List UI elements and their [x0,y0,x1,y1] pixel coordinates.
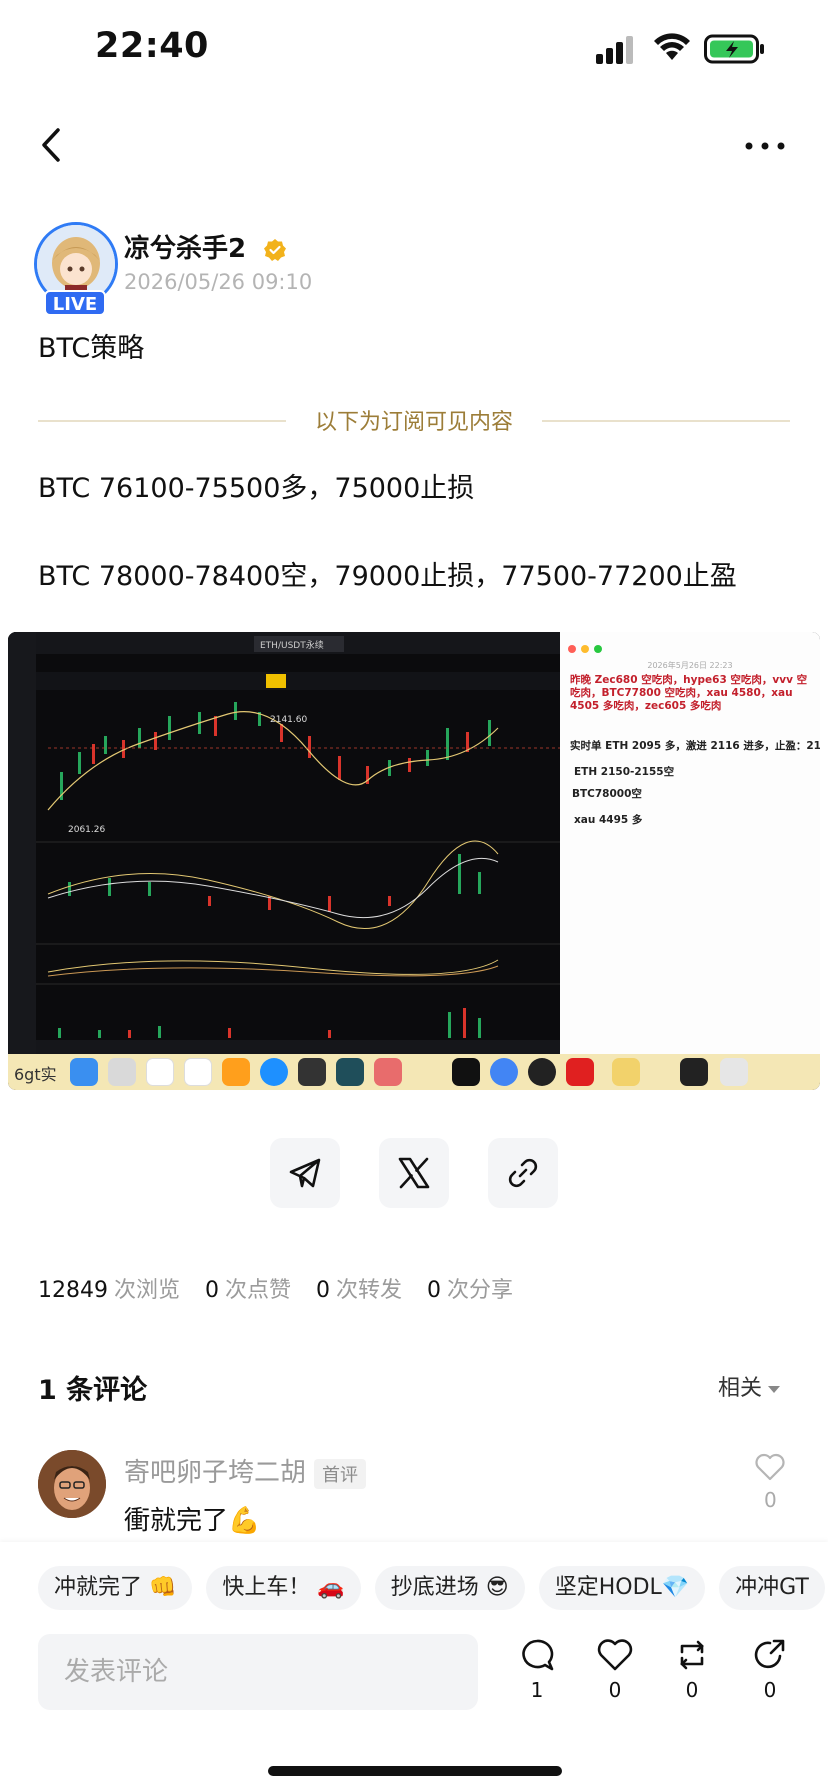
dock-label: 6gt实 [14,1065,57,1084]
x-icon [398,1157,430,1189]
post-stats: 12849 次浏览 0 次点赞 0 次转发 0 次分享 [38,1272,531,1304]
note-line: 实时单 ETH 2095 多，激进 2116 进多，止盈：213 [570,740,820,752]
comment-text: 衝就完了💪 [124,1506,261,1536]
note-line: BTC78000空 [572,788,642,800]
post-image[interactable]: 2141.60 2061.26 ETH/USDT永续 2026年5月26日 22… [8,632,820,1090]
strategy-line: BTC 78000-78400空，79000止损，77500-77200止盈 [38,561,737,592]
author-name[interactable]: 凉兮杀手2 [124,234,246,264]
window-controls [568,638,603,657]
battery-charging-icon [704,34,764,64]
chart-low-label: 2061.26 [68,825,105,835]
author-name-row: 凉兮杀手2 [124,228,287,265]
comment-bubble-icon [522,1639,554,1671]
commenter-name[interactable]: 寄吧卵子垮二胡 [124,1458,306,1488]
commenter-name-row: 寄吧卵子垮二胡 首评 [124,1452,367,1489]
status-time: 22:40 [95,26,209,66]
first-comment-tag: 首评 [314,1458,367,1489]
more-dots-icon [745,142,785,150]
repost-button[interactable]: 0 [667,1638,717,1718]
app-tree-icon [336,1058,364,1086]
chrome-icon [490,1058,518,1086]
finder-icon [70,1058,98,1086]
mac-dock: 6gt实 [8,1054,820,1090]
commenter-avatar[interactable] [38,1450,106,1518]
note-red-text: 昨晚 Zec680 空吃肉，hype63 空吃肉，vvv 空吃肉，BTC7780… [570,674,808,712]
comment-like-button[interactable] [754,1452,786,1482]
shares-label: 次分享 [447,1278,514,1303]
pages-icon [222,1058,250,1086]
comments-heading: 1 条评论 [38,1375,148,1406]
link-icon [508,1158,538,1188]
sort-label: 相关 [718,1376,763,1401]
like-button[interactable]: 0 [590,1638,640,1718]
likes-count: 0 [205,1278,220,1303]
calculator-icon [298,1058,326,1086]
chart-high-label: 2141.60 [270,715,307,725]
reposts-label: 次转发 [336,1278,403,1303]
share-icon [754,1639,785,1669]
chart-pair-label: ETH/USDT永续 [260,639,324,651]
comment-item: 寄吧卵子垮二胡 首评 衝就完了💪 0 [38,1448,790,1538]
comment-button[interactable]: 1 [512,1638,562,1718]
display-icon [680,1058,708,1086]
repost-count: 0 [685,1678,699,1702]
share-x-button[interactable] [379,1138,449,1208]
views-count: 12849 [38,1278,108,1303]
netease-music-icon [566,1058,594,1086]
back-button[interactable] [34,124,68,166]
shares-count: 0 [427,1278,442,1303]
note-date: 2026年5月26日 22:23 [647,661,733,670]
notes-panel: 2026年5月26日 22:23 昨晚 Zec680 空吃肉，hype63 空吃… [560,632,820,1056]
status-bar: 22:40 [0,0,828,100]
note-line: ETH 2150-2155空 [574,766,675,778]
notes-app-icon [146,1058,174,1086]
heart-icon [597,1639,633,1671]
launchpad-icon [108,1058,136,1086]
note-line: xau 4495 多 [574,814,643,826]
reposts-count: 0 [316,1278,331,1303]
app-icon [374,1058,402,1086]
obs-icon [528,1058,556,1086]
comment-composer-panel: 冲就完了 👊 快上车！ 🚗 抄底进场 😎 坚定HODL💎 冲冲GT 发表评论 1 0 0… [0,1542,828,1792]
quick-reply-chip[interactable]: 坚定HODL💎 [538,1566,706,1610]
trash-icon [720,1058,748,1086]
stickies-icon [612,1058,640,1086]
app-qc-icon [452,1058,480,1086]
sort-dropdown[interactable]: 相关 [718,1370,781,1402]
quick-reply-chip[interactable]: 快上车！ 🚗 [206,1566,361,1610]
subscriber-divider: 以下为订阅可见内容 [38,404,790,438]
chevron-down-icon [768,1385,781,1393]
safari-icon [260,1058,288,1086]
divider-text: 以下为订阅可见内容 [314,410,513,435]
quick-reply-chip[interactable]: 冲就完了 👊 [38,1566,193,1610]
views-label: 次浏览 [114,1278,181,1303]
comment-input[interactable]: 发表评论 [38,1634,478,1710]
post-time: 2026/05/26 09:10 [124,270,313,294]
likes-label: 次点赞 [225,1278,292,1303]
freeform-icon [184,1058,212,1086]
quick-reply-chips: 冲就完了 👊 快上车！ 🚗 抄底进场 😎 坚定HODL💎 冲冲GT [38,1566,828,1612]
telegram-icon [289,1158,321,1188]
avatar-photo [38,1450,106,1518]
post-title: BTC策略 [38,333,145,364]
live-badge: LIVE [44,290,106,316]
share-telegram-button[interactable] [270,1138,340,1208]
verified-badge-icon [264,238,287,261]
share-button[interactable]: 0 [745,1638,795,1718]
trading-chart-image: 2141.60 2061.26 ETH/USDT永续 [8,632,560,1056]
like-count: 0 [608,1678,622,1702]
copy-link-button[interactable] [488,1138,558,1208]
strategy-line: BTC 76100-75500多，75000止损 [38,473,475,504]
comment-count: 1 [530,1678,544,1702]
cellular-signal-icon [596,36,633,64]
quick-reply-chip[interactable]: 抄底进场 😎 [374,1566,525,1610]
comment-like-count: 0 [764,1488,777,1512]
more-options-button[interactable] [740,124,790,166]
wifi-icon [654,33,690,60]
quick-reply-chip[interactable]: 冲冲GT [719,1566,825,1610]
home-indicator [268,1766,562,1776]
share-count: 0 [763,1678,777,1702]
repost-icon [680,1640,704,1670]
author-header: LIVE 凉兮杀手2 2026/05/26 09:10 [34,222,794,316]
